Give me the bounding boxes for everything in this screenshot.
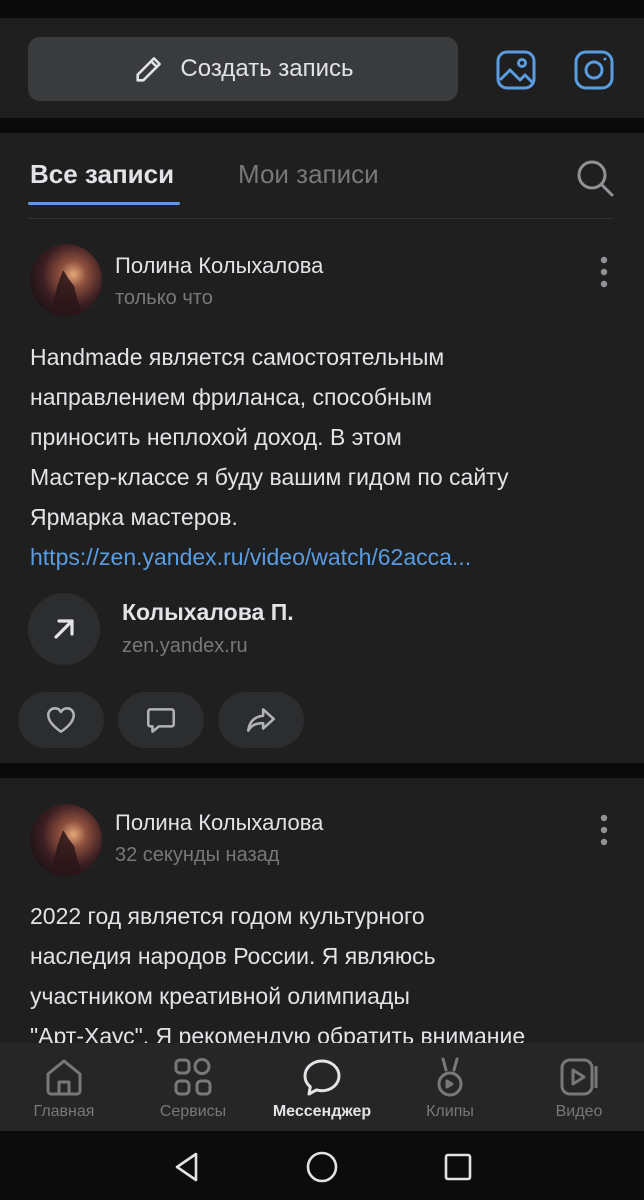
more-vertical-icon [600,814,608,846]
feed-tabs: Все записи Мои записи [0,133,644,219]
post-header: Полина Колыхалова только что [0,240,644,330]
video-icon [560,1058,598,1096]
nav-label: Главная [33,1103,95,1120]
attachment-title: Колыхалова П. [122,599,294,625]
add-photo-button[interactable] [494,48,538,92]
post-text-line: наследия народов России. Я являюсь [30,943,436,969]
camera-button[interactable] [572,48,616,92]
image-icon [496,50,536,90]
nav-item-services[interactable]: Сервисы [129,1043,257,1131]
more-vertical-icon [600,256,608,288]
post-text-line: Ярмарка мастеров. [30,504,238,530]
home-button[interactable] [302,1147,342,1187]
nav-label: Видео [555,1103,603,1120]
recents-square-icon [444,1153,472,1181]
services-icon [174,1058,212,1096]
post-text-line: Мастер-классе я буду вашим гидом по сайт… [30,464,509,490]
pencil-icon [136,57,162,82]
home-icon [46,1059,82,1096]
avatar[interactable] [30,244,102,316]
feed-card: Все записи Мои записи Полина Колыхалова … [0,133,644,763]
tab-all-posts[interactable]: Все записи [30,159,174,190]
compose-card: Создать запись [0,18,644,118]
nav-label: Клипы [426,1103,474,1120]
post-author[interactable]: Полина Колыхалова [115,253,323,279]
active-tab-indicator [28,202,180,205]
tab-my-posts[interactable]: Мои записи [238,159,379,190]
comment-button[interactable] [118,692,204,748]
avatar-photo [50,830,82,876]
post-more-button[interactable] [592,254,616,290]
post-time: только что [115,287,213,309]
tabs-divider [28,218,614,219]
search-icon [577,160,614,197]
bottom-navigation: Главная Сервисы Мессенджер Клипы Видео [0,1043,644,1131]
post-text-line: направлением фриланса, способным [30,384,433,410]
clips-icon [437,1057,463,1097]
post-link[interactable]: https://zen.yandex.ru/video/watch/62acca… [30,537,610,577]
post-text-line: Handmade является самостоятельным [30,344,445,370]
post-text-line: 2022 год является годом культурного [30,903,425,929]
nav-item-home[interactable]: Главная [0,1043,128,1131]
avatar[interactable] [30,804,102,876]
nav-item-clips[interactable]: Клипы [386,1043,514,1131]
like-button[interactable] [18,692,104,748]
arrow-up-right-icon [54,619,74,639]
share-button[interactable] [218,692,304,748]
home-circle-icon [306,1151,338,1183]
attachment-domain: zen.yandex.ru [122,635,248,657]
system-navigation-bar [0,1131,644,1200]
search-button[interactable] [574,157,616,199]
heart-icon [46,707,76,733]
create-post-label: Создать запись [180,55,354,82]
recents-button[interactable] [438,1147,478,1187]
comment-icon [146,708,176,733]
back-button[interactable] [167,1147,207,1187]
instagram-camera-icon [574,50,614,90]
post-header: Полина Колыхалова 32 секунды назад [0,800,644,890]
attachment-icon-circle [28,593,100,665]
post-time: 32 секунды назад [115,844,280,866]
link-attachment[interactable]: Колыхалова П. zen.yandex.ru [28,593,608,665]
post-actions [18,692,418,748]
post-more-button[interactable] [592,812,616,848]
share-arrow-icon [246,708,276,732]
post-text: Handmade является самостоятельным направ… [30,337,610,577]
post-author[interactable]: Полина Колыхалова [115,810,323,836]
post-text: 2022 год является годом культурного насл… [30,896,610,1048]
nav-item-video[interactable]: Видео [515,1043,643,1131]
post-text-line: участником креативной олимпиады [30,983,410,1009]
nav-label: Мессенджер [272,1103,372,1120]
create-post-button[interactable]: Создать запись [28,37,458,101]
feed-card: Полина Колыхалова 32 секунды назад 2022 … [0,778,644,1048]
status-strip [0,0,644,18]
back-triangle-icon [175,1152,198,1182]
post-text-line: приносить неплохой доход. В этом [30,424,402,450]
nav-item-messenger[interactable]: Мессенджер [258,1043,386,1131]
nav-label: Сервисы [159,1103,227,1120]
messenger-icon [303,1059,341,1096]
avatar-photo [50,270,82,316]
